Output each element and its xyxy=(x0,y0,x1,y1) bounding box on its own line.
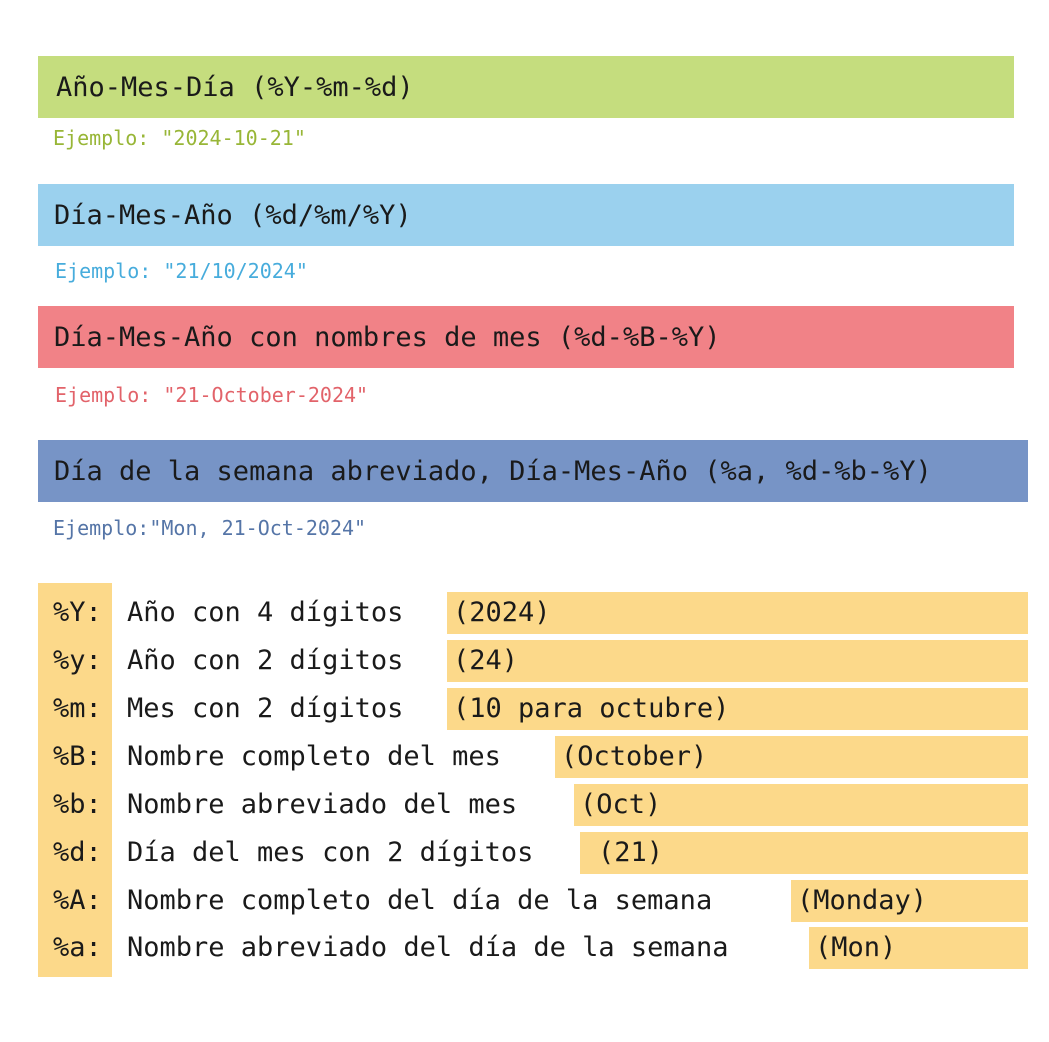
reference-row: %y: Año con 2 dígitos (24) xyxy=(0,639,1049,683)
format-example-dmy-slash: Ejemplo: "21/10/2024" xyxy=(55,259,308,283)
format-example-ymd: Ejemplo: "2024-10-21" xyxy=(53,126,306,150)
format-banner-ymd: Año-Mes-Día (%Y-%m-%d) xyxy=(38,56,1014,118)
reference-example: (Mon) xyxy=(809,927,1028,969)
format-example-dmy-month-name: Ejemplo: "21-October-2024" xyxy=(55,383,369,407)
reference-code: %Y: xyxy=(53,597,102,628)
format-banner-dmy-month-name: Día-Mes-Año con nombres de mes (%d-%B-%Y… xyxy=(38,306,1014,368)
reference-example: (24) xyxy=(447,640,1028,682)
format-label: Año-Mes-Día (%Y-%m-%d) xyxy=(56,71,414,103)
format-label: Día-Mes-Año con nombres de mes (%d-%B-%Y… xyxy=(54,321,721,353)
reference-description: Nombre completo del mes xyxy=(127,741,501,772)
reference-example: (October) xyxy=(555,736,1028,778)
reference-example: (2024) xyxy=(447,592,1028,634)
reference-description: Nombre completo del día de la semana xyxy=(127,885,713,916)
reference-example: (Oct) xyxy=(574,784,1028,826)
format-label: Día-Mes-Año (%d/%m/%Y) xyxy=(54,199,412,231)
reference-description: Año con 2 dígitos xyxy=(127,645,404,676)
reference-row: %d: Día del mes con 2 dígitos (21) xyxy=(0,831,1049,875)
reference-row: %Y: Año con 4 dígitos (2024) xyxy=(0,591,1049,635)
reference-example: (21) xyxy=(580,832,1028,874)
reference-code: %d: xyxy=(53,837,102,868)
reference-description: Mes con 2 dígitos xyxy=(127,693,404,724)
reference-code: %a: xyxy=(53,932,102,963)
format-banner-dmy-slash: Día-Mes-Año (%d/%m/%Y) xyxy=(38,184,1014,246)
reference-description: Nombre abreviado del mes xyxy=(127,789,518,820)
format-label: Día de la semana abreviado, Día-Mes-Año … xyxy=(54,455,932,487)
reference-code: %B: xyxy=(53,741,102,772)
reference-code: %b: xyxy=(53,789,102,820)
format-example-weekday-dmy: Ejemplo:"Mon, 21-Oct-2024" xyxy=(53,516,367,540)
reference-row: %m: Mes con 2 dígitos (10 para octubre) xyxy=(0,687,1049,731)
reference-description: Año con 4 dígitos xyxy=(127,597,404,628)
reference-row: %B: Nombre completo del mes (October) xyxy=(0,735,1049,779)
reference-description: Día del mes con 2 dígitos xyxy=(127,837,534,868)
reference-example: (10 para octubre) xyxy=(447,688,1028,730)
reference-code: %A: xyxy=(53,885,102,916)
reference-code: %m: xyxy=(53,693,102,724)
reference-code: %y: xyxy=(53,645,102,676)
reference-row: %A: Nombre completo del día de la semana… xyxy=(0,879,1049,923)
format-banner-weekday-dmy: Día de la semana abreviado, Día-Mes-Año … xyxy=(38,440,1028,502)
reference-row: %b: Nombre abreviado del mes (Oct) xyxy=(0,783,1049,827)
reference-row: %a: Nombre abreviado del día de la seman… xyxy=(0,926,1049,970)
reference-example: (Monday) xyxy=(791,880,1028,922)
reference-description: Nombre abreviado del día de la semana xyxy=(127,932,729,963)
